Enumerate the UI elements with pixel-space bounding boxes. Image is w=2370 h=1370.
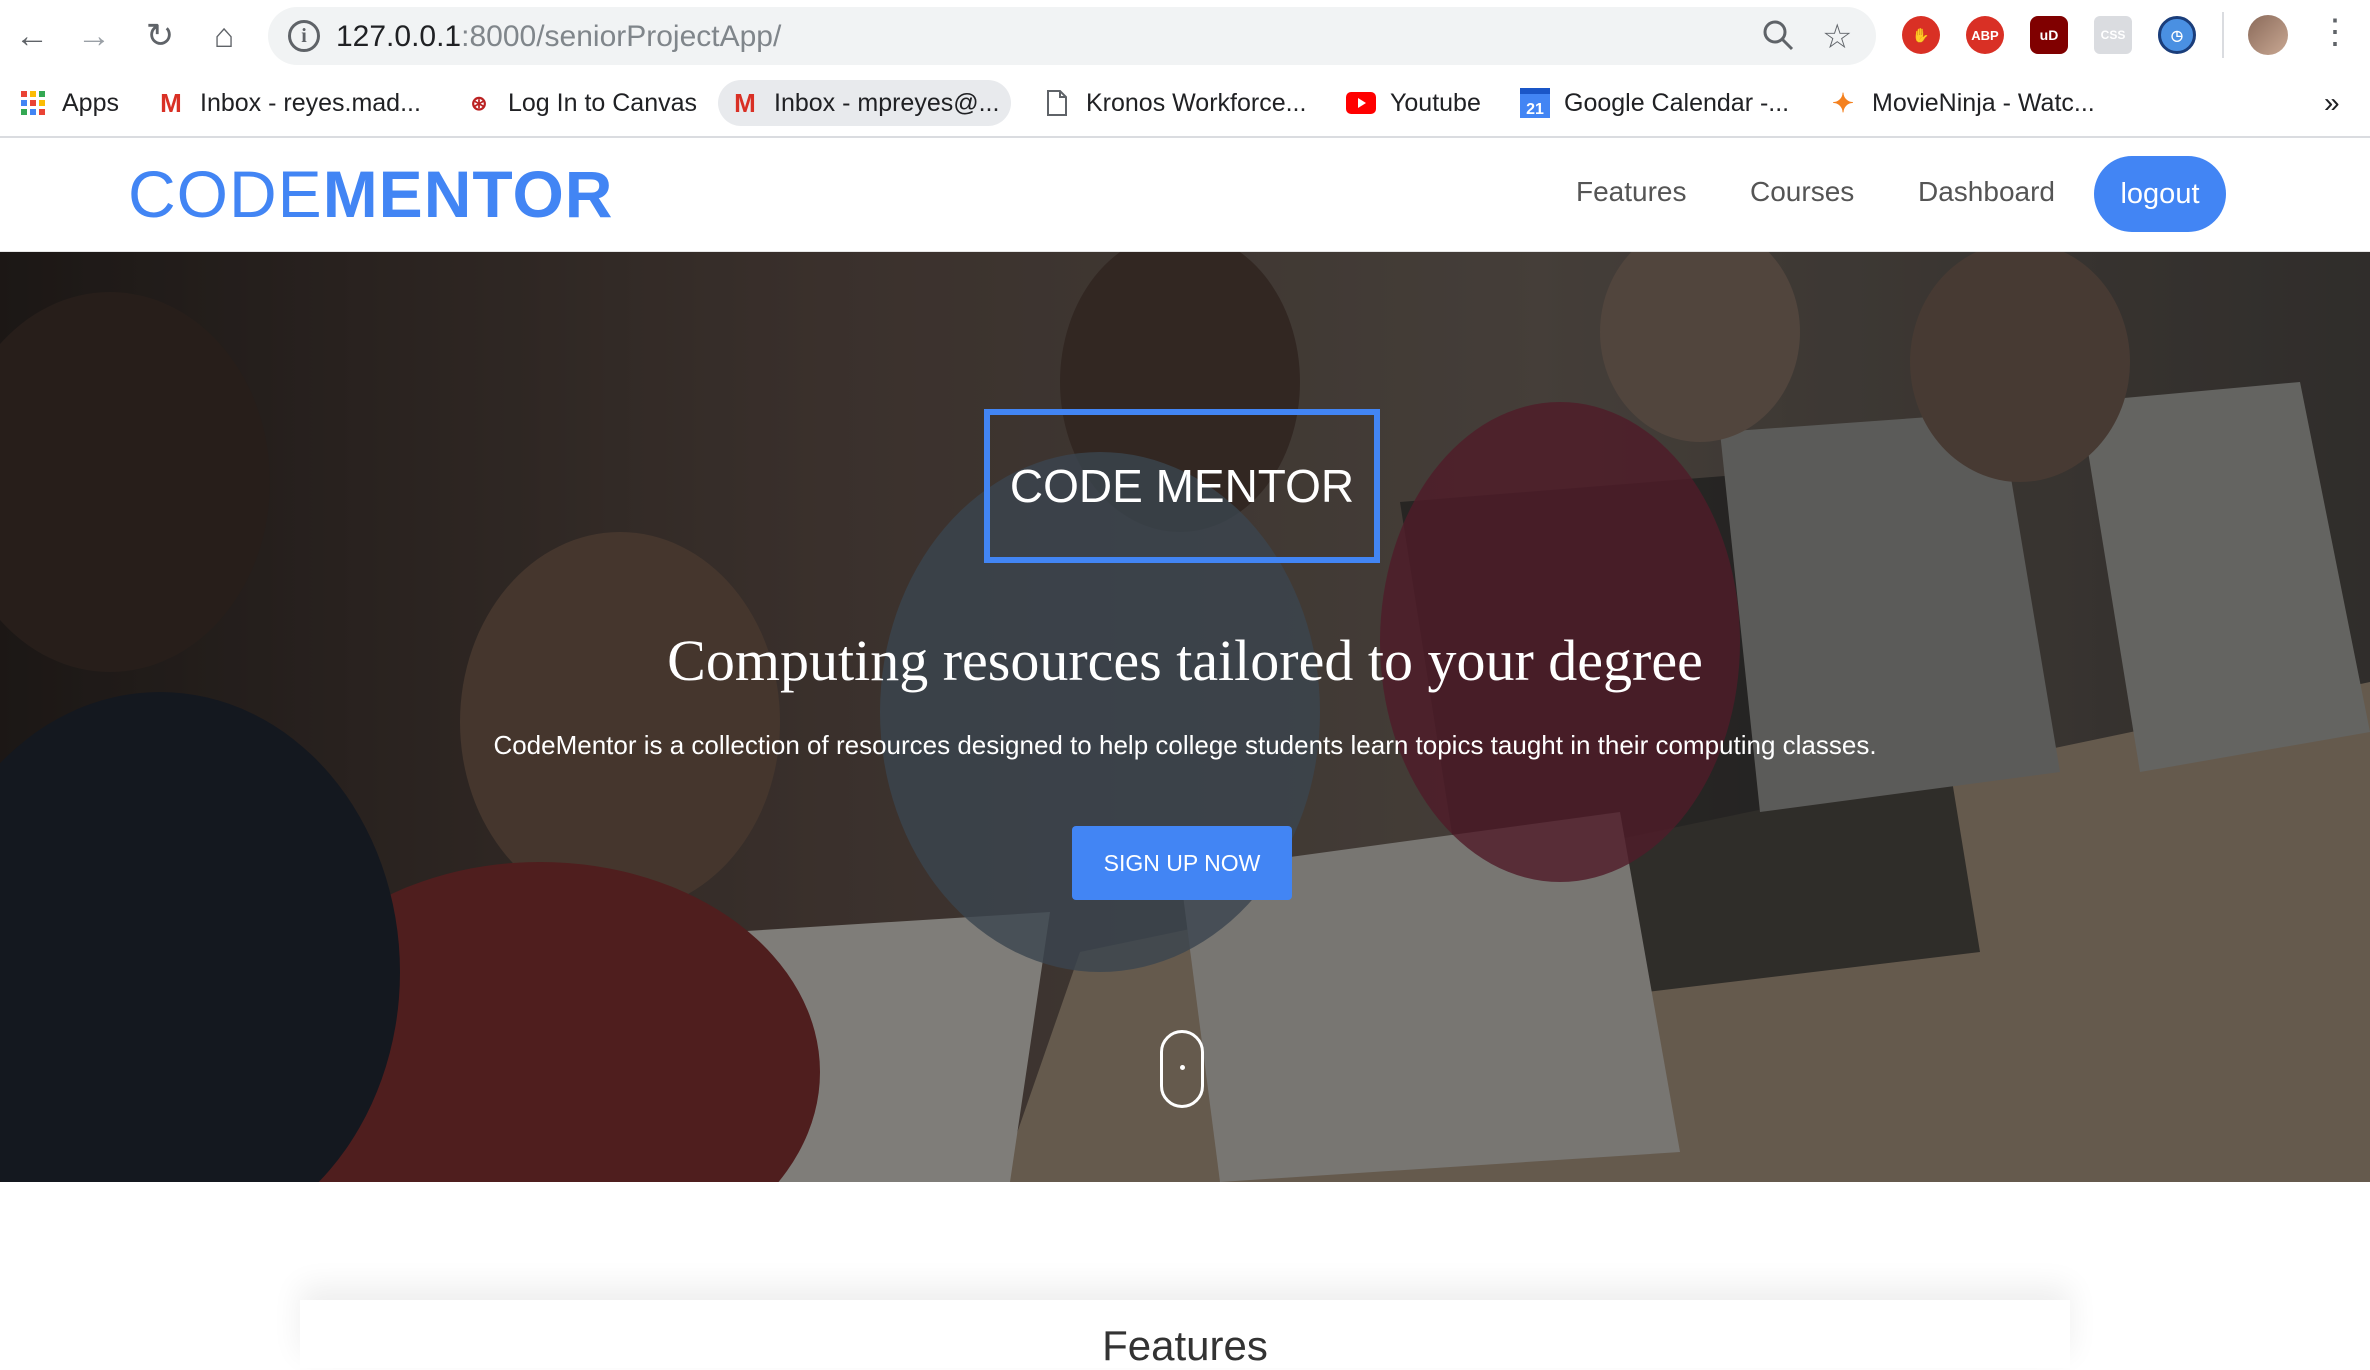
nav-courses[interactable]: Courses [1750, 176, 1854, 208]
hero-brand-box: CODE MENTOR [984, 409, 1380, 563]
bookmark-kronos[interactable]: Kronos Workforce... [1030, 80, 1318, 126]
bookmark-label: Youtube [1390, 88, 1481, 117]
movieninja-icon: ✦ [1832, 87, 1854, 118]
hero-brand-text: CODE MENTOR [1009, 460, 1355, 512]
bookmark-inbox-mpreyes[interactable]: M Inbox - mpreyes@... [718, 80, 1012, 126]
bookmark-label: Log In to Canvas [508, 88, 698, 117]
browser-toolbar: ← → ↻ ⌂ i 127.0.0.1:8000/seniorProjectAp… [0, 0, 2370, 72]
apps-grid-icon [18, 88, 48, 118]
home-icon[interactable]: ⌂ [202, 14, 246, 58]
adblock-plus-icon[interactable]: ABP [1966, 16, 2004, 54]
bookmark-inbox-reyes[interactable]: M Inbox - reyes.mad... [144, 80, 433, 126]
hero-subtitle: CodeMentor is a collection of resources … [493, 730, 1877, 760]
ublock-icon[interactable]: uD [2030, 16, 2068, 54]
bookmark-label: Kronos Workforce... [1086, 88, 1307, 117]
gmail-icon: M [734, 87, 756, 118]
sign-up-button[interactable]: SIGN UP NOW [1072, 826, 1292, 900]
profile-avatar[interactable] [2248, 15, 2288, 55]
logo-light: CODE [128, 157, 323, 231]
site-logo[interactable]: CODEMENTOR [128, 156, 613, 232]
css-extension-icon[interactable]: CSS [2094, 16, 2132, 54]
bookmark-canvas[interactable]: ⊛ Log In to Canvas [452, 80, 709, 126]
nav-dashboard[interactable]: Dashboard [1918, 176, 2055, 208]
back-icon[interactable]: ← [10, 14, 54, 58]
bookmark-star-icon[interactable]: ☆ [1822, 17, 1852, 57]
canvas-icon: ⊛ [470, 92, 488, 115]
scroll-mouse-icon[interactable] [1160, 1030, 1204, 1108]
toolbar-divider [2222, 12, 2224, 58]
document-icon [1042, 88, 1072, 118]
bookmark-label: MovieNinja - Watc... [1872, 88, 2095, 117]
bookmark-label: Inbox - mpreyes@... [774, 88, 1000, 117]
nav-features[interactable]: Features [1576, 176, 1687, 208]
bookmark-movieninja[interactable]: ✦ MovieNinja - Watc... [1816, 80, 2107, 126]
scroll-wheel-dot [1180, 1065, 1185, 1070]
logo-bold: MENTOR [322, 157, 614, 231]
zoom-icon[interactable] [1760, 17, 1796, 62]
youtube-icon [1346, 88, 1376, 118]
reload-icon[interactable]: ↻ [138, 14, 182, 58]
calendar-date: 21 [1520, 88, 1550, 118]
features-heading: Features [1102, 1322, 1268, 1369]
gmail-icon: M [160, 87, 182, 118]
bookmarks-overflow-icon[interactable]: » [2312, 80, 2352, 126]
bookmarks-bar: Apps M Inbox - reyes.mad... ⊛ Log In to … [0, 72, 2370, 138]
history-clock-icon[interactable]: ◷ [2158, 16, 2196, 54]
bookmark-youtube[interactable]: Youtube [1334, 80, 1493, 126]
site-info-icon[interactable]: i [288, 20, 320, 52]
bookmark-apps[interactable]: Apps [6, 80, 131, 126]
calendar-icon: 21 [1520, 88, 1550, 118]
forward-icon[interactable]: → [72, 14, 116, 58]
menu-kebab-icon[interactable]: ⋮ [2318, 12, 2352, 52]
hero-section: CODE MENTOR Computing resources tailored… [0, 252, 2370, 1182]
bookmark-label: Google Calendar -... [1564, 88, 1790, 117]
url-path: :8000/seniorProjectApp/ [461, 20, 782, 53]
address-bar[interactable]: i 127.0.0.1:8000/seniorProjectApp/ ☆ [268, 7, 1876, 65]
logout-button[interactable]: logout [2094, 156, 2226, 232]
bookmark-label: Inbox - reyes.mad... [200, 88, 421, 117]
url-text[interactable]: 127.0.0.1:8000/seniorProjectApp/ [336, 20, 781, 54]
site-navbar: CODEMENTOR Features Courses Dashboard lo… [0, 138, 2370, 252]
url-host: 127.0.0.1 [336, 20, 462, 53]
hero-title: Computing resources tailored to your deg… [667, 628, 1703, 693]
bookmark-label: Apps [62, 88, 119, 117]
stop-hand-icon[interactable]: ✋ [1902, 16, 1940, 54]
bookmark-google-calendar[interactable]: 21 Google Calendar -... [1508, 80, 1801, 126]
